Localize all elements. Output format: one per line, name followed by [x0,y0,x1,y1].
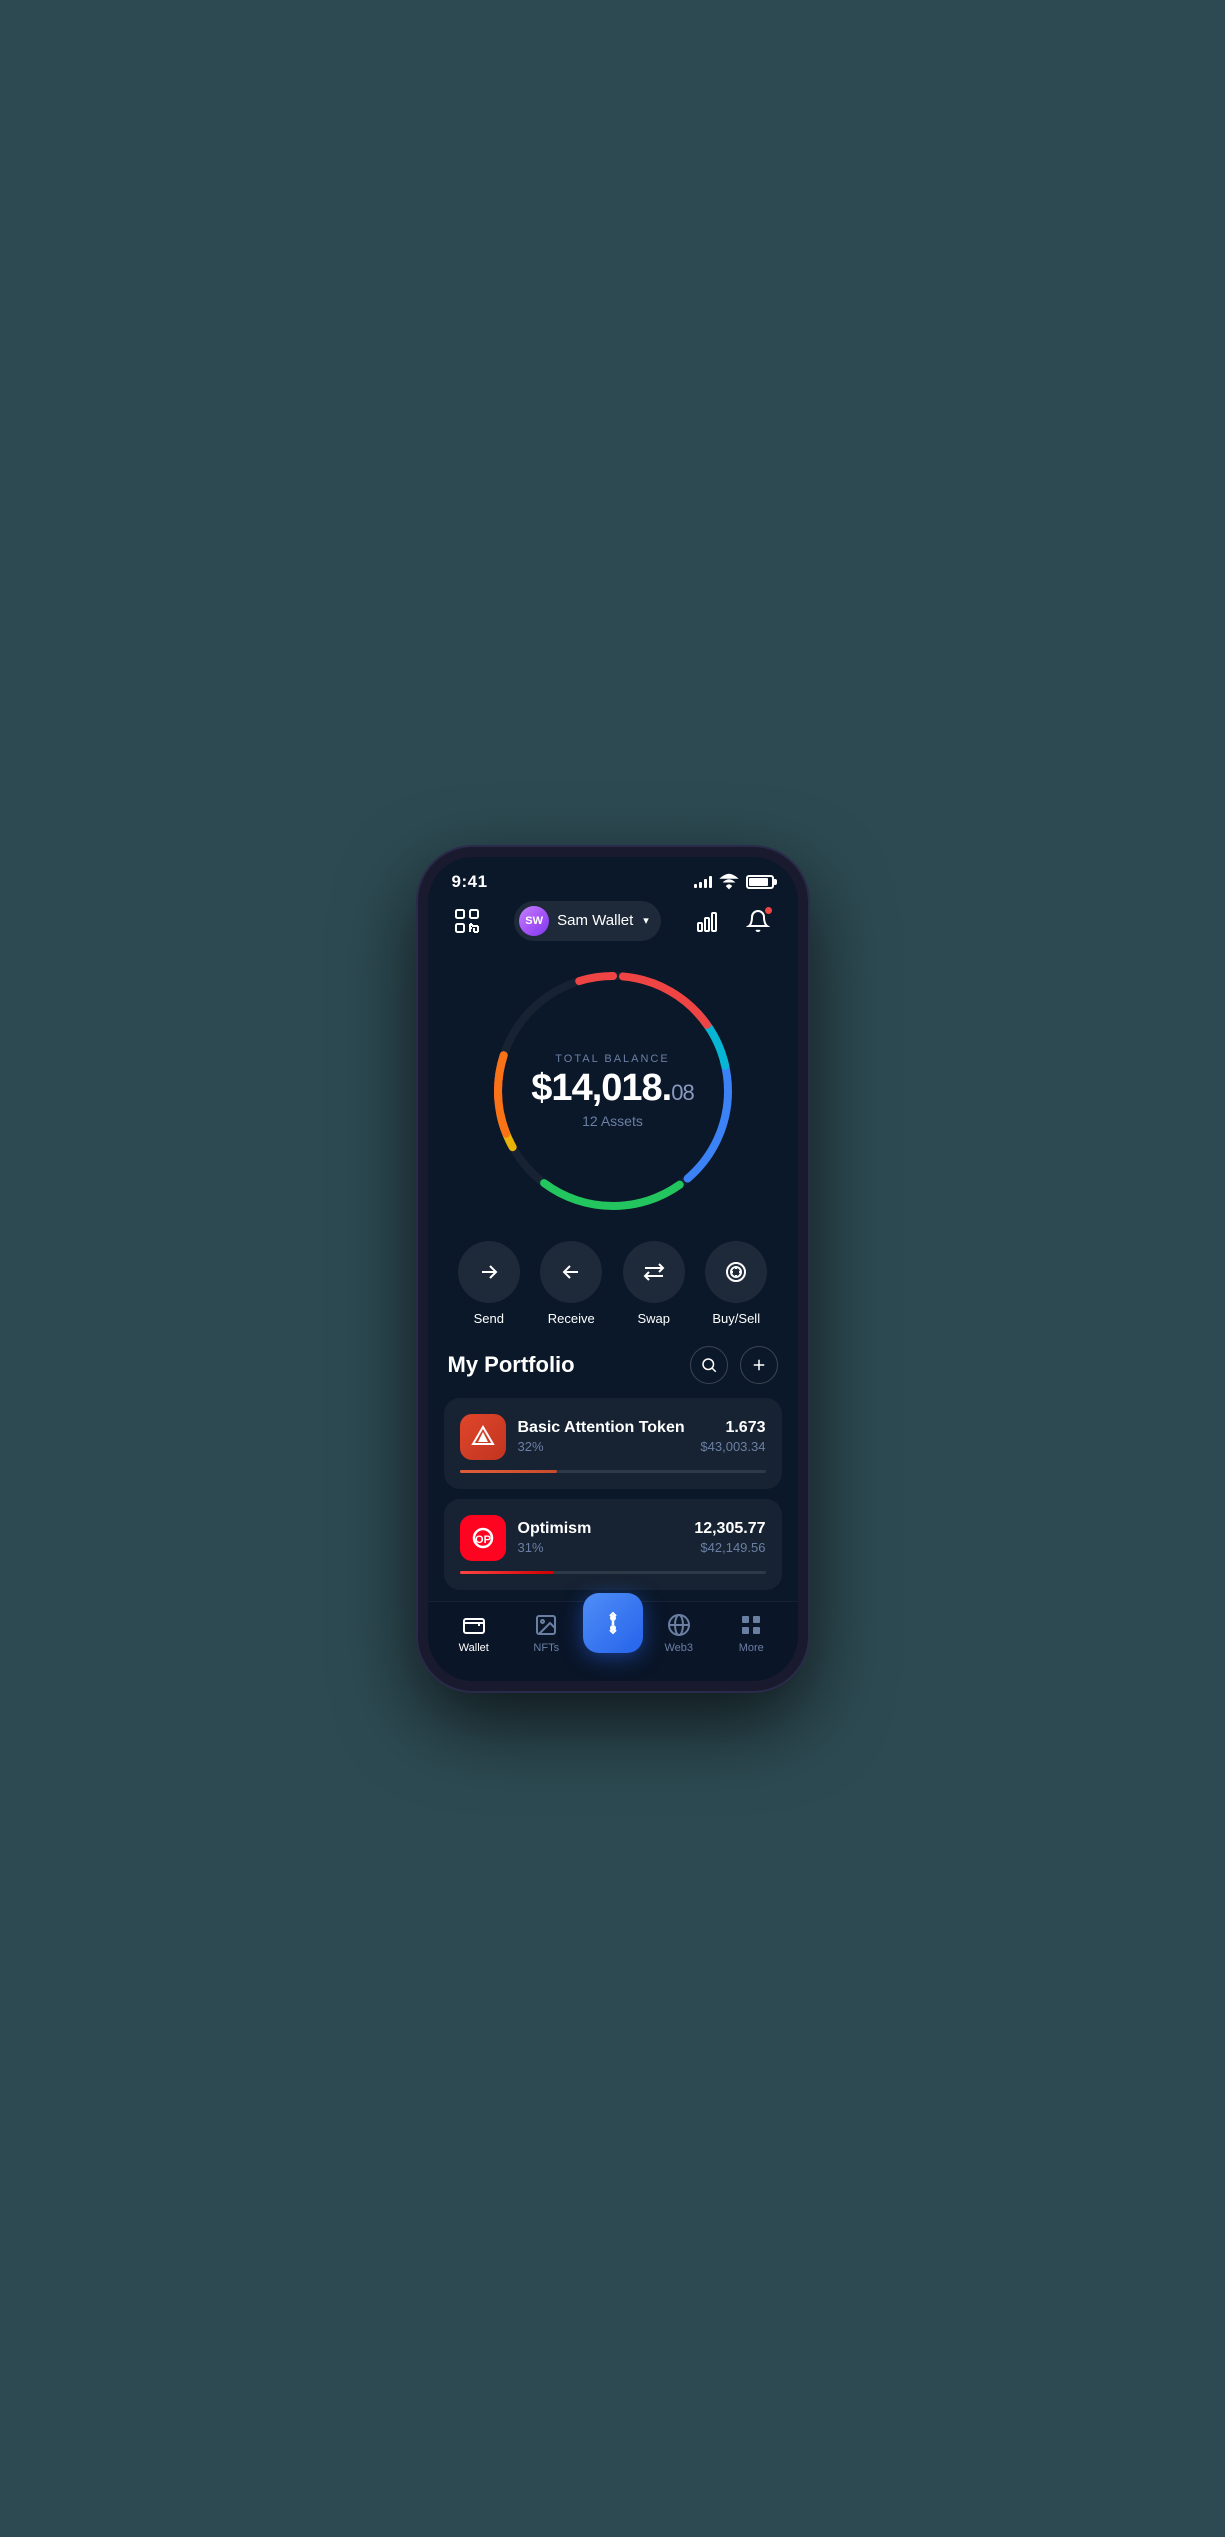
scan-icon [453,907,481,935]
receive-button[interactable] [540,1241,602,1303]
notifications-button[interactable] [739,902,777,940]
wifi-icon [718,871,740,893]
portfolio-actions [690,1346,778,1384]
bat-info: Basic Attention Token 32% [518,1419,689,1454]
center-action-icon [600,1610,626,1636]
scan-button[interactable] [448,902,486,940]
wallet-nav-icon [461,1612,487,1638]
notch [553,857,673,892]
bat-values: 1.673 $43,003.34 [700,1419,765,1454]
nav-wallet[interactable]: Wallet [438,1612,511,1654]
portfolio-header: My Portfolio [444,1346,782,1384]
op-pct: 31% [518,1540,683,1555]
asset-card-bat[interactable]: Basic Attention Token 32% 1.673 $43,003.… [444,1398,782,1489]
swap-button[interactable] [623,1241,685,1303]
receive-icon [559,1260,583,1284]
swap-icon [642,1260,666,1284]
header-right [689,902,777,940]
bottom-nav: Wallet NFTs [428,1601,798,1681]
op-amount: 12,305.77 [694,1520,765,1538]
phone-frame: 9:41 [418,847,808,1691]
op-name: Optimism [518,1520,683,1538]
balance-amount: $14,018.08 [531,1069,693,1107]
bat-pct: 32% [518,1439,689,1454]
op-icon: OP [470,1525,496,1551]
nav-nfts-label: NFTs [533,1642,559,1654]
swap-action: Swap [623,1241,685,1326]
center-action-button[interactable] [583,1593,643,1653]
op-progress-bar [460,1571,766,1574]
balance-assets: 12 Assets [531,1113,693,1129]
portfolio-add-button[interactable] [740,1346,778,1384]
bat-usd: $43,003.34 [700,1439,765,1454]
plus-icon [750,1356,768,1374]
bat-name: Basic Attention Token [518,1419,689,1437]
battery-icon [746,875,774,889]
balance-circle: TOTAL BALANCE $14,018.08 12 Assets [483,961,743,1221]
portfolio-title: My Portfolio [448,1352,575,1378]
buysell-action: Buy/Sell [705,1241,767,1326]
op-values: 12,305.77 $42,149.56 [694,1520,765,1555]
op-logo: OP [460,1515,506,1561]
status-time: 9:41 [452,872,488,892]
balance-section: TOTAL BALANCE $14,018.08 12 Assets [428,951,798,1221]
balance-center: TOTAL BALANCE $14,018.08 12 Assets [531,1053,693,1129]
send-action: Send [458,1241,520,1326]
nav-more[interactable]: More [715,1612,788,1654]
bar-chart-icon [696,909,720,933]
bat-amount: 1.673 [700,1419,765,1437]
buysell-icon [724,1260,748,1284]
buysell-button[interactable] [705,1241,767,1303]
buysell-label: Buy/Sell [712,1311,760,1326]
nav-wallet-label: Wallet [459,1642,489,1654]
bat-progress-bar [460,1470,766,1473]
more-nav-icon [738,1612,764,1638]
wallet-name: Sam Wallet [557,912,633,929]
wallet-selector[interactable]: SW Sam Wallet ▾ [514,901,661,941]
chevron-down-icon: ▾ [643,914,649,927]
avatar: SW [519,906,549,936]
nav-more-label: More [739,1642,764,1654]
header: SW Sam Wallet ▾ [428,893,798,951]
balance-cents: 08 [671,1080,693,1105]
search-icon [700,1356,718,1374]
balance-label: TOTAL BALANCE [531,1053,693,1065]
receive-action: Receive [540,1241,602,1326]
send-button[interactable] [458,1241,520,1303]
op-info: Optimism 31% [518,1520,683,1555]
svg-text:OP: OP [475,1534,491,1546]
notification-badge [764,906,773,915]
nfts-nav-icon [533,1612,559,1638]
status-icons [694,871,774,893]
chart-button[interactable] [689,902,727,940]
bat-icon [470,1424,496,1450]
send-icon [477,1260,501,1284]
asset-card-op[interactable]: OP Optimism 31% 12,305.77 $42,149.56 [444,1499,782,1590]
nav-nfts[interactable]: NFTs [510,1612,583,1654]
receive-label: Receive [548,1311,595,1326]
bat-logo [460,1414,506,1460]
phone-screen: 9:41 [428,857,798,1681]
portfolio-search-button[interactable] [690,1346,728,1384]
nav-center[interactable] [583,1613,643,1653]
nav-web3-label: Web3 [664,1642,693,1654]
web3-nav-icon [666,1612,692,1638]
swap-label: Swap [637,1311,670,1326]
actions-row: Send Receive [428,1221,798,1336]
signal-bars-icon [694,875,712,888]
op-usd: $42,149.56 [694,1540,765,1555]
nav-web3[interactable]: Web3 [643,1612,716,1654]
send-label: Send [474,1311,504,1326]
